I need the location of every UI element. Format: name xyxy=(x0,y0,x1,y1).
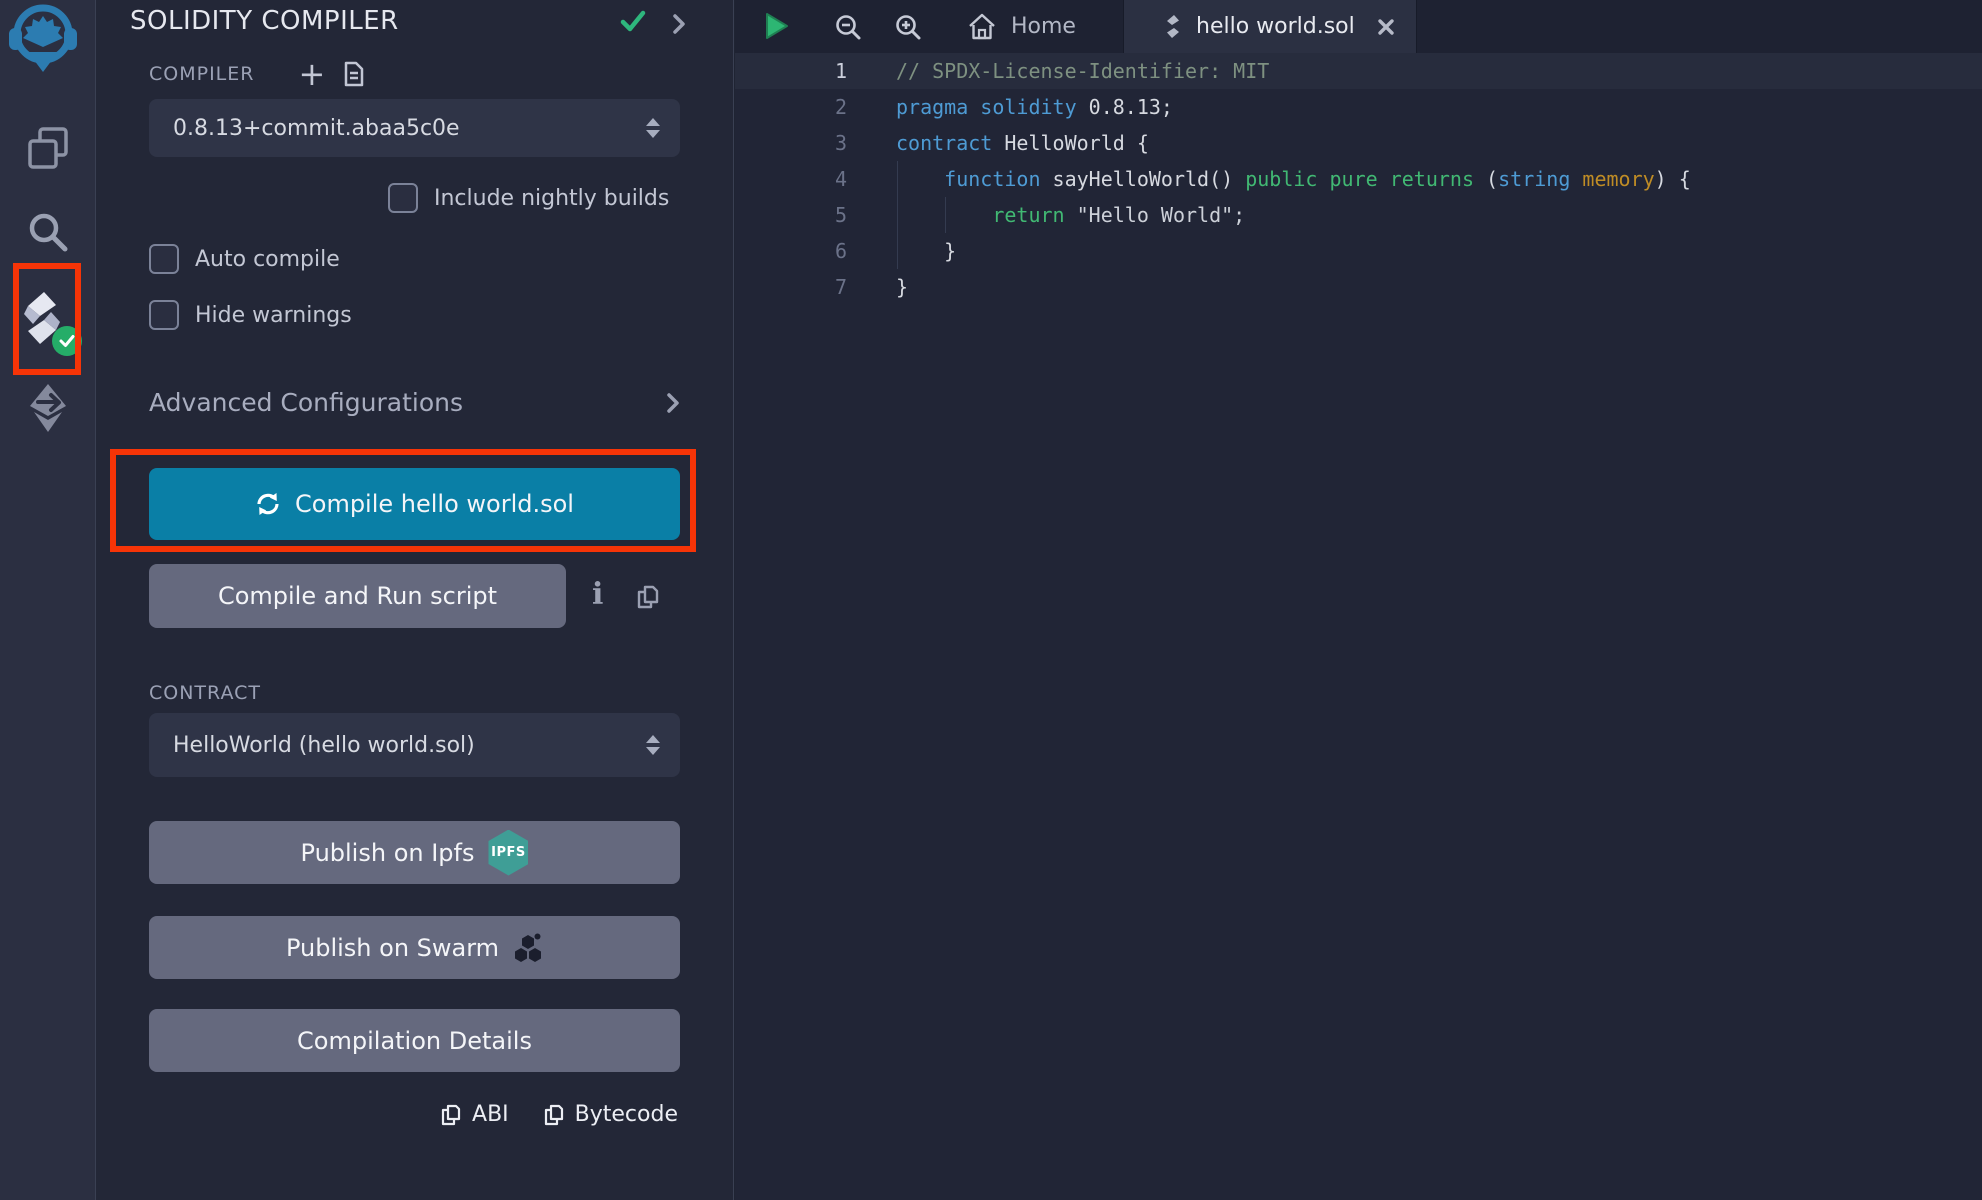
select-stepper-icon xyxy=(646,735,660,755)
tab-hello-world-sol[interactable]: hello world.sol xyxy=(1123,0,1417,53)
auto-compile-checkbox[interactable] xyxy=(149,244,179,274)
code-line: 7} xyxy=(735,269,1982,305)
panel-collapse-chevron-icon[interactable] xyxy=(672,13,686,39)
line-number: 1 xyxy=(735,53,847,89)
add-compiler-icon[interactable]: + xyxy=(298,61,325,87)
panel-title: SOLIDITY COMPILER xyxy=(130,6,399,36)
tab-home-label: Home xyxy=(1011,14,1076,39)
compiler-version-value: 0.8.13+commit.abaa5c0e xyxy=(149,116,646,141)
publish-ipfs-label: Publish on Ipfs xyxy=(301,839,475,867)
zoom-out-icon[interactable] xyxy=(833,12,863,46)
compiled-ok-badge xyxy=(52,326,82,356)
code-editor[interactable]: 1// SPDX-License-Identifier: MIT2pragma … xyxy=(735,53,1982,1200)
editor-area: Home hello world.sol 1// SPDX-License-Id… xyxy=(735,0,1982,1200)
line-number: 4 xyxy=(735,161,847,197)
zoom-in-icon[interactable] xyxy=(893,12,923,46)
hide-warnings-checkbox[interactable] xyxy=(149,300,179,330)
solidity-file-icon xyxy=(1164,14,1182,40)
compile-and-run-button[interactable]: Compile and Run script xyxy=(149,564,566,628)
contract-section-label: CONTRACT xyxy=(149,682,261,704)
solidity-compiler-panel: SOLIDITY COMPILER COMPILER + 0.8.1 xyxy=(96,0,734,1200)
tab-home[interactable]: Home xyxy=(953,0,1090,53)
publish-swarm-label: Publish on Swarm xyxy=(286,934,499,962)
advanced-configurations-toggle[interactable]: Advanced Configurations xyxy=(149,388,680,417)
compiler-section-label: COMPILER xyxy=(149,63,254,85)
remix-logo-icon[interactable] xyxy=(8,4,78,76)
search-icon[interactable] xyxy=(0,208,96,256)
compile-button[interactable]: Compile hello world.sol xyxy=(149,468,680,540)
close-tab-icon[interactable] xyxy=(1377,18,1395,36)
compilation-details-label: Compilation Details xyxy=(297,1027,532,1055)
copy-icon xyxy=(440,1103,462,1127)
editor-tabbar: Home hello world.sol xyxy=(735,0,1982,53)
contract-select-value: HelloWorld (hello world.sol) xyxy=(149,733,646,758)
copy-icon xyxy=(543,1103,565,1127)
line-number: 3 xyxy=(735,125,847,161)
code-lines: 1// SPDX-License-Identifier: MIT2pragma … xyxy=(735,53,1982,305)
auto-compile-label[interactable]: Auto compile xyxy=(195,247,340,272)
copy-bytecode-button[interactable]: Bytecode xyxy=(543,1102,678,1127)
ipfs-icon: IPFS xyxy=(488,830,528,876)
publish-ipfs-button[interactable]: Publish on Ipfs IPFS xyxy=(149,821,680,884)
advanced-configurations-label: Advanced Configurations xyxy=(149,388,463,417)
copy-abi-button[interactable]: ABI xyxy=(440,1102,509,1127)
compiler-version-select[interactable]: 0.8.13+commit.abaa5c0e xyxy=(149,99,680,157)
code-line: 1// SPDX-License-Identifier: MIT xyxy=(735,53,1982,89)
copy-script-icon[interactable] xyxy=(636,584,660,614)
abi-label: ABI xyxy=(472,1102,509,1127)
bytecode-label: Bytecode xyxy=(575,1102,678,1127)
code-line: 4 function sayHelloWorld() public pure r… xyxy=(735,161,1982,197)
code-line: 6 } xyxy=(735,233,1982,269)
compile-button-label: Compile hello world.sol xyxy=(295,490,574,518)
line-number: 7 xyxy=(735,269,847,305)
include-nightly-label[interactable]: Include nightly builds xyxy=(434,186,669,211)
file-explorer-icon[interactable] xyxy=(0,125,96,173)
open-file-icon[interactable] xyxy=(343,60,365,88)
refresh-icon xyxy=(255,491,281,517)
home-icon xyxy=(967,13,997,41)
select-stepper-icon xyxy=(646,118,660,138)
include-nightly-checkbox[interactable] xyxy=(388,183,418,213)
indent-guide xyxy=(897,161,898,269)
swarm-icon xyxy=(513,933,543,963)
compile-success-check-icon xyxy=(620,10,646,38)
contract-select[interactable]: HelloWorld (hello world.sol) xyxy=(149,713,680,777)
remix-ide: SOLIDITY COMPILER COMPILER + 0.8.1 xyxy=(0,0,1982,1200)
line-number: 5 xyxy=(735,197,847,233)
compilation-details-button[interactable]: Compilation Details xyxy=(149,1009,680,1072)
deploy-run-icon[interactable] xyxy=(0,382,96,434)
hide-warnings-label[interactable]: Hide warnings xyxy=(195,303,352,328)
run-script-icon[interactable] xyxy=(763,11,791,45)
solidity-compiler-icon[interactable] xyxy=(0,288,96,354)
indent-guide xyxy=(945,197,946,233)
info-icon[interactable]: i xyxy=(592,580,603,610)
line-number: 6 xyxy=(735,233,847,269)
code-line: 3contract HelloWorld { xyxy=(735,125,1982,161)
code-line: 2pragma solidity 0.8.13; xyxy=(735,89,1982,125)
compile-and-run-label: Compile and Run script xyxy=(218,582,497,610)
advanced-chevron-icon xyxy=(666,392,680,414)
icon-rail xyxy=(0,0,96,1200)
publish-swarm-button[interactable]: Publish on Swarm xyxy=(149,916,680,979)
line-number: 2 xyxy=(735,89,847,125)
tab-file-label: hello world.sol xyxy=(1196,14,1355,39)
code-line: 5 return "Hello World"; xyxy=(735,197,1982,233)
